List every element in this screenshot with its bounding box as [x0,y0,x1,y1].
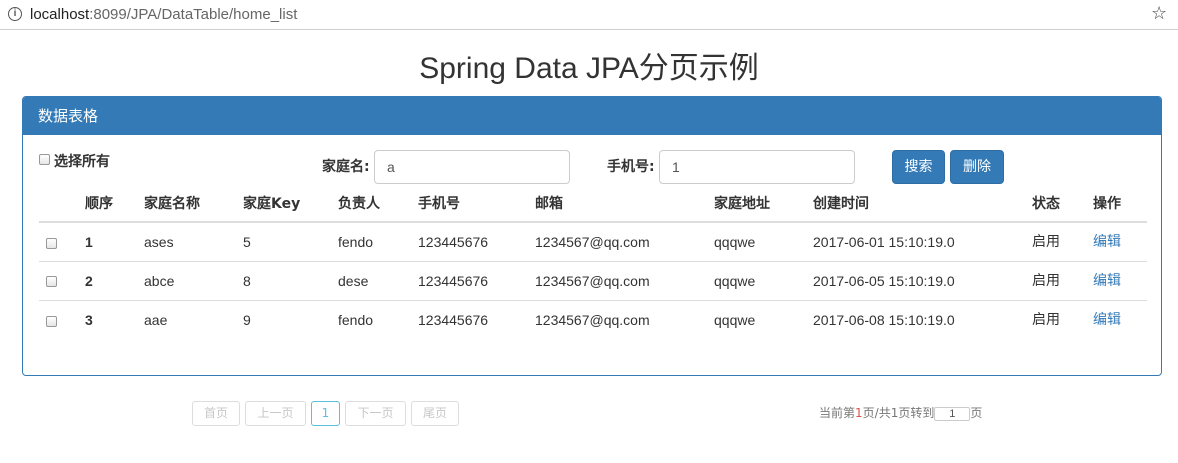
created-cell: 2017-06-08 15:10:19.0 [813,311,955,328]
family-name-label: 家庭名: [322,159,370,175]
page-title: Spring Data JPA分页示例 [419,52,759,85]
select-all-checkbox[interactable] [39,153,50,165]
name-cell: ases [144,222,243,262]
row-checkbox-cell [39,261,85,301]
edit-link[interactable]: 编辑 [1093,261,1147,301]
seq-cell: 3 [85,311,93,328]
seq-cell: 2 [85,261,144,301]
delete-button[interactable]: 删除 [950,150,1004,184]
name-cell: abce [144,261,243,301]
select-all[interactable]: 选择所有 [39,153,110,171]
edit-link[interactable]: 编辑 [1093,222,1147,262]
column-header[interactable]: 负责人 [338,187,418,223]
info-icon[interactable]: i [8,7,22,21]
phone-cell: 123445676 [418,222,535,262]
row-checkbox[interactable] [46,315,57,327]
key-cell: 5 [243,222,338,262]
name-cell: aae [144,311,168,328]
status-cell: 启用 [1032,311,1060,328]
page-info-middle: 页/共1页转到 [862,406,935,420]
email-cell: 1234567@qq.com [535,222,714,262]
panel-heading: 数据表格 [23,97,1161,135]
select-all-label: 选择所有 [54,154,110,170]
address-cell: qqqwe [714,311,756,328]
url-path: :8099/JPA/DataTable/home_list [89,6,298,23]
row-checkbox[interactable] [46,276,57,288]
edit-link[interactable]: 编辑 [1093,300,1147,339]
star-icon[interactable]: ☆ [1151,4,1167,24]
family-name-input[interactable]: a [374,150,570,184]
email-cell: 1234567@qq.com [535,261,714,301]
row-checkbox[interactable] [46,237,57,249]
data-table: 顺序 家庭名称 家庭Key 负责人 手机号 邮箱 家庭地址 创建时间 状态 操作… [39,187,1147,339]
table-row: 2 abce 8 dese 123445676 1234567@qq.com q… [39,261,1147,301]
page-jump-input[interactable]: 1 [934,406,971,421]
column-header[interactable]: 操作 [1093,187,1147,223]
created-cell: 2017-06-01 15:10:19.0 [813,222,1032,262]
page-info-current: 1 [855,406,863,420]
key-cell: 8 [243,261,338,301]
status-cell: 启用 [1032,261,1093,301]
owner-cell: fendo [338,222,418,262]
last-page-button[interactable]: 尾页 [411,401,459,426]
email-cell: 1234567@qq.com [535,311,650,328]
column-header[interactable]: 家庭Key [243,187,338,223]
owner-cell: dese [338,261,418,301]
row-checkbox-cell [39,222,85,262]
current-page-button[interactable]: 1 [311,401,340,426]
next-page-button[interactable]: 下一页 [345,401,406,426]
first-page-button[interactable]: 首页 [192,401,240,426]
row-checkbox-cell [39,300,85,339]
created-cell: 2017-06-05 15:10:19.0 [813,261,1032,301]
status-cell: 启用 [1032,222,1093,262]
page-info-prefix: 当前第 [819,406,856,420]
table-row: 3 aae 9 fendo 123445676 1234567@qq.com q… [39,300,1147,339]
seq-cell: 1 [85,222,144,262]
data-table-panel: 数据表格 选择所有 家庭名: a 手机号: 1 搜索 删除 顺序 家庭名称 家庭… [22,96,1162,376]
column-header[interactable]: 家庭地址 [714,187,813,223]
column-header-checkbox [39,187,85,223]
owner-cell: fendo [338,311,374,328]
search-button[interactable]: 搜索 [892,150,945,184]
page-info-suffix: 页 [970,406,983,420]
phone-cell: 123445676 [418,261,535,301]
url-field[interactable]: localhost:8099/JPA/DataTable/home_list [30,6,297,24]
column-header[interactable]: 顺序 [85,187,144,223]
url-host: localhost [30,6,90,23]
phone-input[interactable]: 1 [659,150,855,184]
column-header[interactable]: 状态 [1032,187,1093,223]
column-header[interactable]: 手机号 [418,187,535,223]
phone-label: 手机号: [607,159,655,175]
column-header[interactable]: 创建时间 [813,187,1032,223]
column-header[interactable]: 邮箱 [535,187,714,223]
page-info: 当前第1页/共1页转到 1 页 [819,405,982,421]
key-cell: 9 [243,311,251,328]
prev-page-button[interactable]: 上一页 [245,401,306,426]
table-row: 1 ases 5 fendo 123445676 1234567@qq.com … [39,222,1147,262]
browser-address-bar: i localhost:8099/JPA/DataTable/home_list… [0,0,1178,30]
address-cell: qqqwe [714,261,813,301]
column-header[interactable]: 家庭名称 [144,187,243,223]
phone-cell: 123445676 [418,311,489,328]
address-cell: qqqwe [714,222,813,262]
table-header-row: 顺序 家庭名称 家庭Key 负责人 手机号 邮箱 家庭地址 创建时间 状态 操作 [39,187,1147,223]
